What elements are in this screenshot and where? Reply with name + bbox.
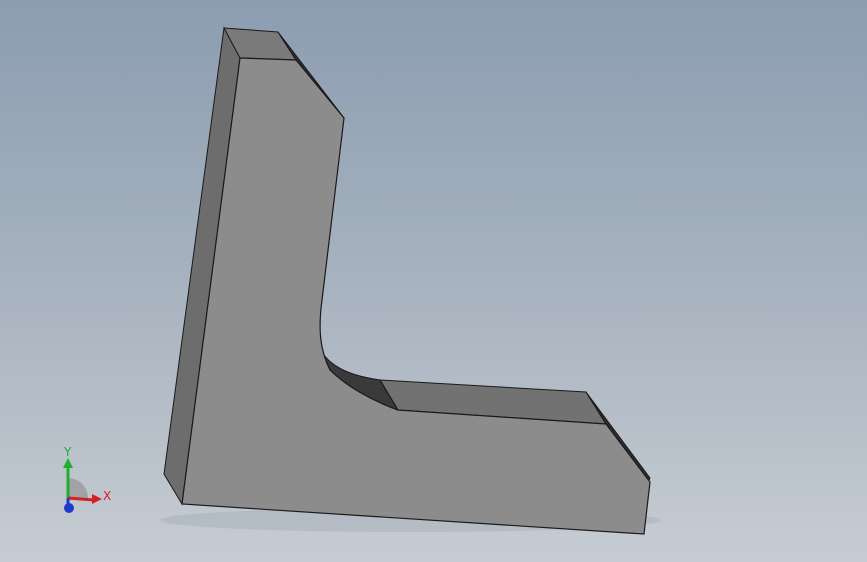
x-axis-line <box>67 496 95 502</box>
triad-plane-icon <box>68 478 88 498</box>
front-face <box>181 57 651 535</box>
graphics-viewport[interactable]: Y X <box>0 0 867 562</box>
z-axis-ball-icon <box>64 503 74 513</box>
x-axis-arrow-icon <box>92 494 102 504</box>
y-axis-arrow-icon <box>63 458 73 468</box>
y-axis-label: Y <box>63 445 72 459</box>
coordinate-triad[interactable]: Y X <box>44 440 124 520</box>
part-model[interactable] <box>0 0 867 562</box>
x-axis-label: X <box>103 489 111 503</box>
